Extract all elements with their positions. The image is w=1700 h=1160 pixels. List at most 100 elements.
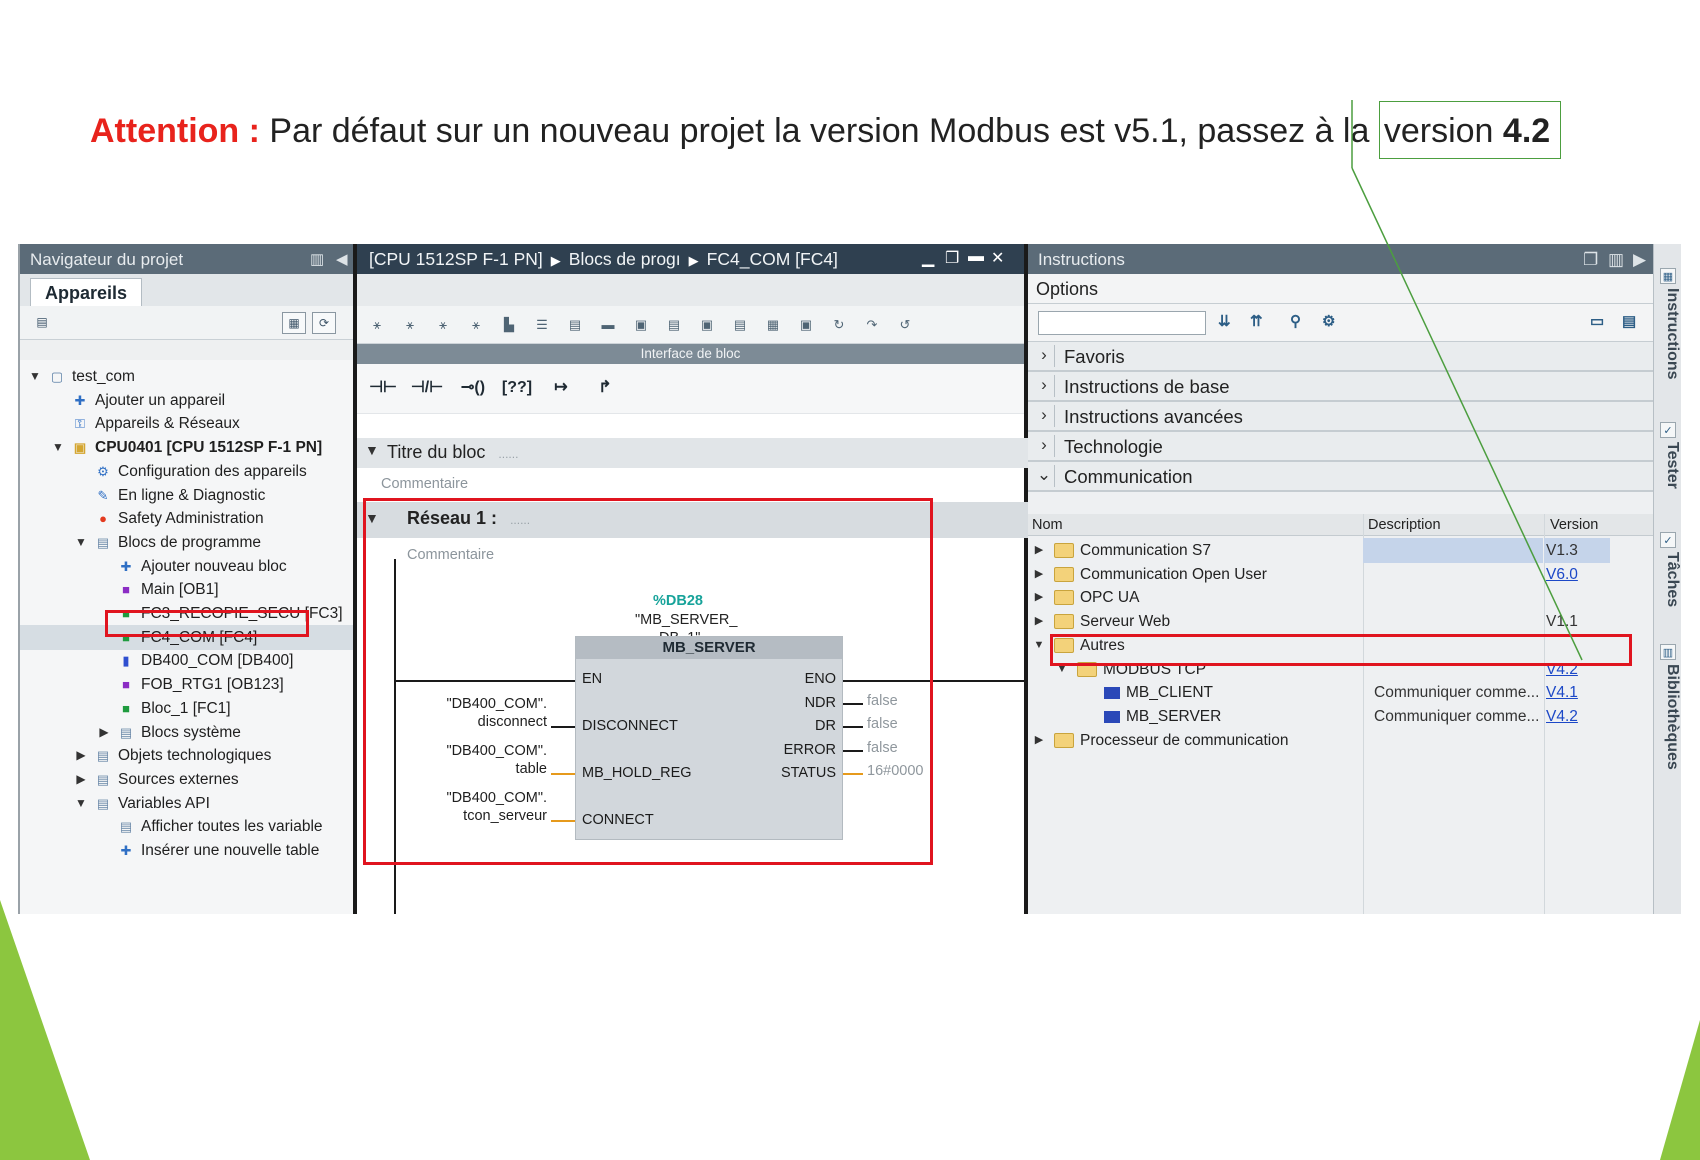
category-row[interactable]: › Technologie xyxy=(1028,432,1653,462)
tree-item[interactable]: ▼ ▤ Blocs de programme xyxy=(20,530,353,555)
tree-item[interactable]: ▤ Afficher toutes les variable xyxy=(20,814,353,839)
monitor-icon[interactable]: ▣ xyxy=(695,314,719,336)
collapsed-arrow-icon[interactable]: ▶ xyxy=(1032,538,1046,563)
split-panel-icon[interactable]: ▥ xyxy=(1608,250,1624,270)
tree-item[interactable]: ✚ Ajouter nouveau bloc xyxy=(20,554,353,579)
tree-item[interactable]: ✚ Insérer une nouvelle table xyxy=(20,838,353,863)
tree-item[interactable]: ▮ DB400_COM [DB400] xyxy=(20,648,353,673)
tab-appareils[interactable]: Appareils xyxy=(30,278,143,306)
expanded-arrow-icon[interactable]: ▼ xyxy=(1032,633,1046,658)
compare-icon[interactable]: ▤ xyxy=(662,314,686,336)
tree-item[interactable]: ✎ En ligne & Diagnostic xyxy=(20,483,353,508)
delete-network-icon[interactable]: ⚹ xyxy=(398,314,422,336)
instruction-row[interactable]: ▶ Communication S7 V1.3 xyxy=(1028,538,1653,563)
category-row[interactable]: › Favoris xyxy=(1028,342,1653,372)
instruction-row[interactable]: ▶ Processeur de communication xyxy=(1028,728,1653,753)
instruction-version[interactable]: V4.1 xyxy=(1546,680,1578,705)
refresh-icon[interactable]: ↺ xyxy=(893,314,917,336)
tree-item[interactable]: ▼ ▢ test_com xyxy=(20,364,353,389)
contact-nc-icon[interactable]: ⊣/⊢ xyxy=(409,374,445,402)
refresh-icon[interactable]: ⟳ xyxy=(312,312,336,334)
collapsed-arrow-icon[interactable]: ▶ xyxy=(1032,585,1046,610)
coil-icon[interactable]: ⊸() xyxy=(455,374,491,402)
maximize-icon[interactable]: ▬ xyxy=(968,248,984,266)
restore-icon[interactable]: ❐ xyxy=(945,248,959,268)
search-down-icon[interactable]: ⇊ xyxy=(1218,312,1231,330)
chevron-right-icon[interactable]: › xyxy=(1034,405,1054,425)
tree-item[interactable]: ▶ ▤ Sources externes xyxy=(20,767,353,792)
redo-icon[interactable]: ↷ xyxy=(860,314,884,336)
side-tab-bibliotheques[interactable]: Bibliothèques xyxy=(1657,664,1681,770)
collapse-right-icon[interactable]: ▶ xyxy=(1633,250,1646,270)
bar-icon[interactable]: ▬ xyxy=(596,314,620,336)
side-tab-tester[interactable]: Tester xyxy=(1657,442,1681,489)
undo-icon[interactable]: ↻ xyxy=(827,314,851,336)
insert-network-icon[interactable]: ⚹ xyxy=(365,314,389,336)
tree-item[interactable]: ▼ ▣ CPU0401 [CPU 1512SP F-1 PN] xyxy=(20,435,353,460)
minimize-icon[interactable]: ▁ xyxy=(922,248,934,268)
tree-item[interactable]: ✚ Ajouter un appareil xyxy=(20,388,353,413)
collapsed-arrow-icon[interactable]: ▶ xyxy=(1032,728,1046,753)
category-row[interactable]: › Instructions avancées xyxy=(1028,402,1653,432)
close-icon[interactable]: ✕ xyxy=(991,248,1004,268)
contact-no-icon[interactable]: ⊣⊢ xyxy=(365,374,401,402)
detail-view-icon[interactable]: ▦ xyxy=(282,312,306,334)
category-row[interactable]: ⌄ Communication xyxy=(1028,462,1653,492)
expanded-arrow-icon[interactable]: ▼ xyxy=(28,364,42,389)
tree-item[interactable]: ■ FOB_RTG1 [OB123] xyxy=(20,672,353,697)
side-tab-taches[interactable]: Tâches xyxy=(1657,552,1681,607)
expanded-arrow-icon[interactable]: ▼ xyxy=(74,791,88,816)
empty-box-icon[interactable]: [??] xyxy=(499,374,535,402)
chevron-down-icon[interactable]: ⌄ xyxy=(1034,465,1054,485)
open-branch-icon[interactable]: ↦ xyxy=(543,374,579,402)
side-tab-instructions[interactable]: Instructions xyxy=(1657,288,1681,380)
list-icon[interactable]: ☰ xyxy=(530,314,554,336)
breadcrumb-fc4[interactable]: FC4_COM [FC4] xyxy=(707,249,838,269)
instruction-row[interactable]: ▶ OPC UA xyxy=(1028,585,1653,610)
expanded-arrow-icon[interactable]: ▼ xyxy=(74,530,88,555)
instruction-row[interactable]: MB_SERVER Communiquer comme... V4.2 xyxy=(1028,704,1653,729)
filter-icon[interactable]: ⚲ xyxy=(1290,312,1301,330)
collapse-block-icon[interactable]: ▼ xyxy=(365,442,379,458)
block-comment[interactable]: Commentaire xyxy=(381,476,468,492)
options-row[interactable]: Options xyxy=(1028,274,1653,304)
properties-icon[interactable]: ▤ xyxy=(30,312,54,334)
breadcrumb-cpu[interactable]: [CPU 1512SP F-1 PN] xyxy=(369,249,543,269)
restore-panel-icon[interactable]: ❐ xyxy=(1583,250,1598,270)
settings-icon[interactable]: ⚙ xyxy=(1322,312,1335,330)
instruction-version[interactable]: V4.2 xyxy=(1546,704,1578,729)
insert-row-icon[interactable]: ⚹ xyxy=(431,314,455,336)
block-title-row[interactable]: ▼ Titre du bloc ...... xyxy=(357,438,1028,468)
close-branch-icon[interactable]: ↱ xyxy=(587,374,623,402)
collapsed-arrow-icon[interactable]: ▶ xyxy=(1032,609,1046,634)
chevron-right-icon[interactable]: › xyxy=(1034,375,1054,395)
collapsed-arrow-icon[interactable]: ▶ xyxy=(1032,562,1046,587)
view-list-icon[interactable]: ▭ xyxy=(1590,312,1604,330)
collapsed-arrow-icon[interactable]: ▶ xyxy=(74,743,88,768)
tree-item[interactable]: ▶ ▤ Objets technologiques xyxy=(20,743,353,768)
favorites-icon[interactable]: ▣ xyxy=(794,314,818,336)
instruction-search-input[interactable] xyxy=(1038,311,1206,335)
col-description[interactable]: Description xyxy=(1368,517,1441,533)
category-row[interactable]: › Instructions de base xyxy=(1028,372,1653,402)
download-icon[interactable]: ▤ xyxy=(728,314,752,336)
view-detail-icon[interactable]: ▤ xyxy=(1622,312,1636,330)
collapsed-arrow-icon[interactable]: ▶ xyxy=(97,720,111,745)
split-view-icon[interactable]: ▥ xyxy=(310,250,324,268)
col-name[interactable]: Nom xyxy=(1032,517,1063,533)
instruction-row[interactable]: MB_CLIENT Communiquer comme... V4.1 xyxy=(1028,680,1653,705)
col-version[interactable]: Version xyxy=(1550,517,1598,533)
add-row-icon[interactable]: ⚹ xyxy=(464,314,488,336)
block-interface-bar[interactable]: Interface de bloc xyxy=(357,344,1024,364)
tree-item[interactable]: ● Safety Administration xyxy=(20,506,353,531)
tree-item[interactable]: ▼ ▤ Variables API xyxy=(20,791,353,816)
tree-item[interactable]: ■ Bloc_1 [FC1] xyxy=(20,696,353,721)
tree-item[interactable]: ⚙ Configuration des appareils xyxy=(20,459,353,484)
instruction-version[interactable]: V6.0 xyxy=(1546,562,1578,587)
chevron-right-icon[interactable]: › xyxy=(1034,435,1054,455)
table-icon[interactable]: ▤ xyxy=(563,314,587,336)
list-view-icon[interactable]: ▦ xyxy=(761,314,785,336)
expanded-arrow-icon[interactable]: ▼ xyxy=(51,435,65,460)
tree-item[interactable]: ⚿ Appareils & Réseaux xyxy=(20,411,353,436)
collapse-left-icon[interactable]: ◀ xyxy=(336,250,348,268)
